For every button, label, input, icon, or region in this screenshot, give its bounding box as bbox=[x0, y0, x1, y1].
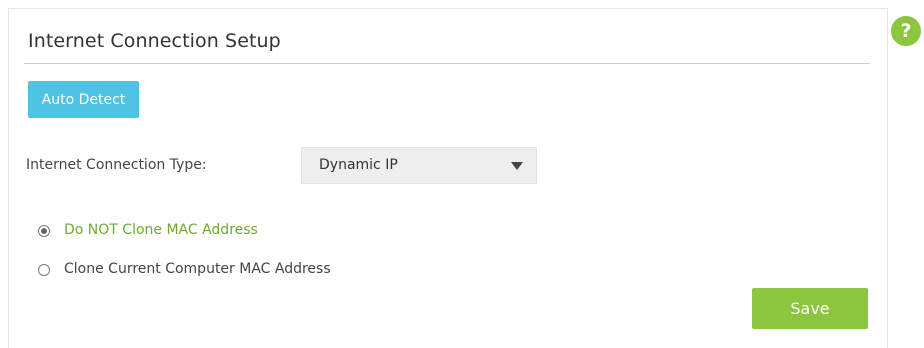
chevron-down-icon bbox=[511, 162, 523, 170]
connection-type-label: Internet Connection Type: bbox=[26, 157, 207, 173]
connection-type-value: Dynamic IP bbox=[319, 157, 398, 173]
page-title: Internet Connection Setup bbox=[28, 30, 281, 52]
connection-type-select[interactable]: Dynamic IP bbox=[301, 147, 537, 184]
title-divider bbox=[24, 63, 870, 64]
radio-label-do-not-clone: Do NOT Clone MAC Address bbox=[64, 222, 258, 238]
auto-detect-button[interactable]: Auto Detect bbox=[28, 81, 139, 118]
save-button[interactable]: Save bbox=[752, 288, 868, 329]
radio-button-unchecked[interactable] bbox=[38, 264, 50, 276]
radio-label-clone-current: Clone Current Computer MAC Address bbox=[64, 261, 331, 277]
radio-button-checked[interactable] bbox=[38, 225, 50, 237]
help-icon[interactable]: ? bbox=[891, 16, 921, 46]
